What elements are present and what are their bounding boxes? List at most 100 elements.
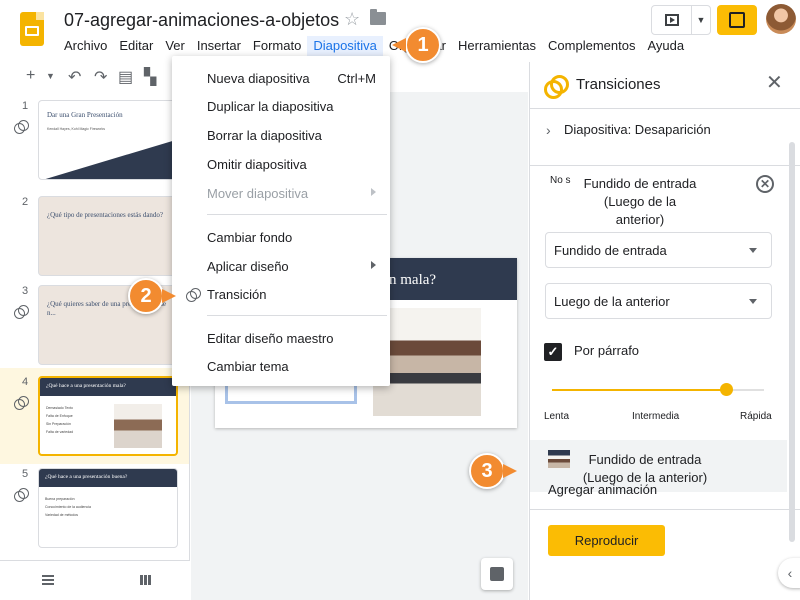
folder-icon[interactable] [370, 9, 386, 25]
thumbnail-bullets: Buena preparación Conocimiento de la aud… [45, 497, 91, 517]
step-callout-1: 1 [405, 27, 441, 63]
menu-bar: Archivo Editar Ver Insertar Formato Diap… [58, 36, 690, 56]
transition-indicator-icon [14, 488, 29, 502]
callout-pointer [392, 38, 406, 52]
transition-icon [186, 288, 201, 302]
present-dropdown-button[interactable]: ▼ [692, 6, 710, 34]
by-paragraph-checkbox[interactable]: ✓ [544, 343, 562, 361]
menu-item-nueva-diapositiva[interactable]: Nueva diapositiva Ctrl+M [172, 64, 390, 92]
side-panel-toggle[interactable]: ‹ [778, 558, 800, 588]
callout-pointer [503, 464, 517, 478]
print-icon[interactable]: ▤ [118, 67, 133, 87]
slide-thumbnail[interactable]: ¿Qué hace a una presentación buena? Buen… [38, 468, 178, 548]
menu-archivo[interactable]: Archivo [58, 36, 113, 56]
menu-item-label: Cambiar fondo [207, 230, 293, 245]
menu-item-editar-diseno-maestro[interactable]: Editar diseño maestro [172, 324, 390, 352]
slide-thumbnail[interactable]: Dar una Gran Presentación Kendall Hayes,… [38, 100, 178, 180]
menu-ayuda[interactable]: Ayuda [641, 36, 690, 56]
present-button-group: ▼ [651, 5, 711, 35]
close-icon[interactable]: ✕ [766, 73, 783, 93]
menu-herramientas[interactable]: Herramientas [452, 36, 542, 56]
menu-item-borrar[interactable]: Borrar la diapositiva [172, 121, 390, 149]
undo-icon[interactable]: ↶ [68, 67, 81, 87]
present-button[interactable] [652, 6, 692, 34]
menu-item-cambiar-fondo[interactable]: Cambiar fondo [172, 223, 390, 251]
by-paragraph-label: Por párrafo [574, 343, 640, 358]
menu-divider [207, 214, 387, 215]
list-view-icon[interactable] [42, 575, 54, 585]
menu-divider [207, 315, 387, 316]
slide-number: 5 [22, 468, 29, 480]
redo-icon[interactable]: ↷ [94, 67, 107, 87]
slides-logo-icon[interactable] [20, 12, 44, 46]
menu-item-aplicar-diseno[interactable]: Aplicar diseño [172, 252, 390, 280]
slide-filmstrip: 1 Dar una Gran Presentación Kendall Haye… [0, 92, 190, 600]
step-callout-3: 3 [469, 453, 505, 489]
menu-item-label: Mover diapositiva [207, 186, 309, 201]
remove-animation-icon[interactable]: ✕ [756, 175, 774, 193]
menu-item-cambiar-tema[interactable]: Cambiar tema [172, 352, 390, 380]
document-title[interactable]: 07-agregar-animaciones-a-objetos [64, 10, 339, 31]
caret-down-icon [749, 299, 757, 304]
speed-label-medium: Intermedia [632, 411, 680, 422]
slide-row-selected[interactable]: 4 ¿Qué hace a una presentación mala? Dem… [0, 368, 189, 464]
thumbnail-title: ¿Qué hace a una presentación mala? [46, 383, 126, 389]
menu-editar[interactable]: Editar [113, 36, 159, 56]
diapositiva-menu: Nueva diapositiva Ctrl+M Duplicar la dia… [172, 56, 390, 386]
speed-slider-thumb[interactable] [719, 383, 733, 396]
submenu-arrow-icon [371, 261, 376, 269]
slide-row[interactable]: 2 ¿Qué tipo de presentaciones estás dand… [0, 188, 189, 276]
thumbnail-photo [114, 404, 162, 448]
star-icon[interactable]: ☆ [344, 9, 360, 30]
avatar[interactable] [766, 4, 796, 34]
slide-thumbnail[interactable]: ¿Qué hace a una presentación mala? Demas… [38, 376, 178, 456]
start-select-value: Luego de la anterior [554, 294, 670, 309]
menu-formato[interactable]: Formato [247, 36, 307, 56]
filmstrip-view-bar [0, 560, 190, 600]
meet-button[interactable] [717, 5, 757, 35]
menu-diapositiva[interactable]: Diapositiva [307, 36, 383, 56]
effect-select[interactable]: Fundido de entrada [545, 232, 772, 268]
start-condition-select[interactable]: Luego de la anterior [545, 283, 772, 319]
slide-number: 3 [22, 285, 29, 297]
menu-item-label: Duplicar la diapositiva [207, 99, 334, 114]
menu-item-omitir[interactable]: Omitir diapositiva [172, 150, 390, 178]
slide-thumbnail[interactable]: ¿Qué tipo de presentaciones estás dando? [38, 196, 178, 276]
new-slide-dropdown-icon[interactable]: ▼ [46, 71, 55, 81]
menu-complementos[interactable]: Complementos [542, 36, 641, 56]
transition-icon [544, 75, 569, 99]
explore-button[interactable] [481, 558, 513, 590]
menu-ver[interactable]: Ver [159, 36, 191, 56]
animation-target-label: No s [550, 175, 571, 186]
transition-indicator-icon [14, 120, 29, 134]
panel-scrollbar[interactable] [789, 142, 795, 542]
play-button[interactable]: Reproducir [548, 525, 665, 556]
thumbnail-bullets: Demasiado Texto Falta de Enfoque Sin Pre… [46, 406, 74, 434]
speed-label-fast: Rápida [740, 411, 772, 422]
thumbnail-title: ¿Qué tipo de presentaciones estás dando? [47, 211, 164, 219]
slide-title[interactable]: n mala? [389, 272, 436, 289]
menu-item-label: Editar diseño maestro [207, 331, 334, 346]
effect-select-value: Fundido de entrada [554, 243, 667, 258]
transition-indicator-icon [14, 396, 29, 410]
menu-item-label: Aplicar diseño [207, 259, 289, 274]
slide-row[interactable]: 5 ¿Qué hace a una presentación buena? Bu… [0, 460, 189, 548]
animation-summary[interactable]: Fundido de entrada (Luego de la anterior… [580, 175, 700, 229]
new-slide-icon[interactable]: + [26, 67, 35, 85]
slide-row[interactable]: 1 Dar una Gran Presentación Kendall Haye… [0, 92, 189, 180]
grid-view-icon[interactable] [140, 575, 152, 585]
menu-item-label: Omitir diapositiva [207, 157, 307, 172]
add-animation-button[interactable]: Agregar animación [548, 482, 657, 497]
menu-item-transicion[interactable]: Transición [172, 280, 390, 308]
transitions-panel: Transiciones ✕ › Diapositiva: Desaparici… [529, 62, 800, 600]
present-icon [664, 14, 679, 26]
animation-thumbnail [548, 450, 570, 468]
meet-icon [729, 12, 745, 28]
chevron-right-icon[interactable]: › [546, 122, 551, 138]
menu-item-duplicar[interactable]: Duplicar la diapositiva [172, 92, 390, 120]
callout-pointer [162, 289, 176, 303]
menu-insertar[interactable]: Insertar [191, 36, 247, 56]
menu-item-label: Borrar la diapositiva [207, 128, 322, 143]
paint-format-icon[interactable]: ▚ [144, 67, 156, 87]
slide-transition-toggle[interactable]: Diapositiva: Desaparición [564, 122, 711, 137]
